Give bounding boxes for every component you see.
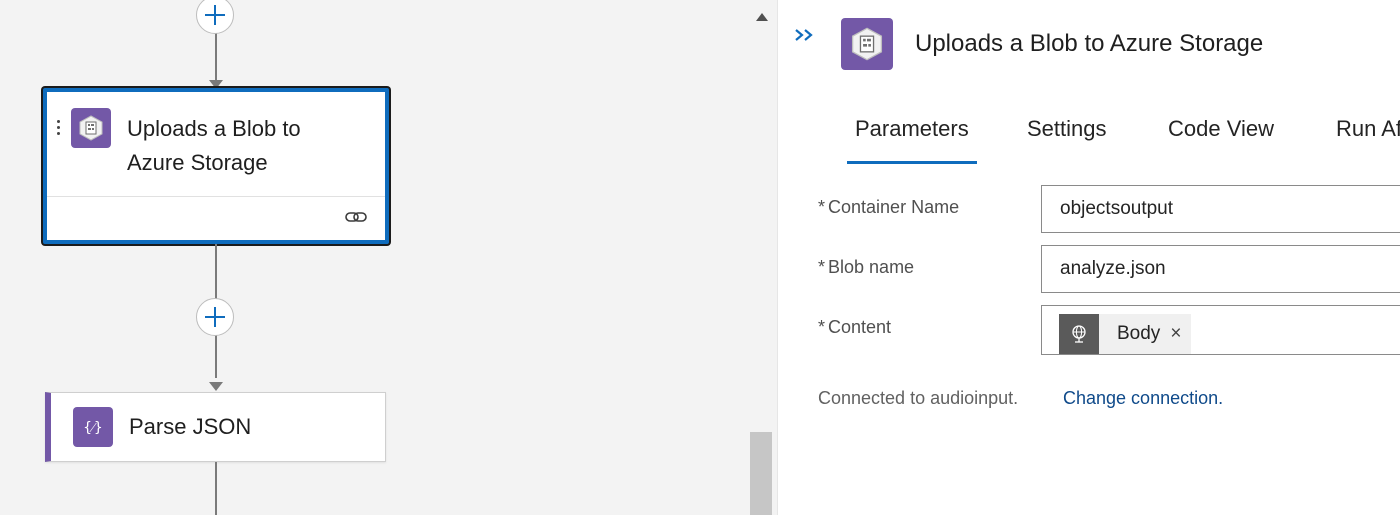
content-input[interactable]: Body × (1041, 305, 1400, 355)
canvas-scrollbar[interactable] (748, 0, 774, 515)
more-options-icon[interactable] (55, 120, 61, 140)
content-label: * Content (818, 317, 891, 338)
panel-tabs: Parameters Settings Code View Run After (833, 112, 1400, 164)
panel-title: Uploads a Blob to Azure Storage (915, 30, 1264, 57)
label-text: Content (828, 317, 892, 337)
storage-blob-icon (71, 108, 111, 148)
dynamic-content-token[interactable]: Body × (1059, 314, 1192, 354)
connection-status: Connected to audioinput. (818, 388, 1019, 408)
container-name-input[interactable]: objectsoutput (1041, 185, 1400, 233)
connector-line (215, 462, 217, 515)
change-connection-link[interactable]: Change connection. (1063, 388, 1223, 409)
connector-arrow (209, 382, 223, 391)
blob-name-input[interactable]: analyze.json (1041, 245, 1400, 293)
required-marker: * (818, 197, 826, 217)
globe-icon (1059, 314, 1099, 354)
action-card-parse-json[interactable]: {⁄} Parse JSON (45, 392, 386, 462)
scrollbar-thumb[interactable] (750, 432, 772, 515)
connector-line (215, 30, 217, 82)
storage-blob-icon (841, 18, 893, 70)
action-card-title: Uploads a Blob to Azure Storage (127, 112, 367, 180)
link-icon[interactable] (345, 209, 367, 225)
workflow-canvas: Uploads a Blob to Azure Storage {⁄} Pars… (0, 0, 777, 515)
scroll-up-arrow-icon[interactable] (756, 13, 768, 21)
tab-parameters[interactable]: Parameters (847, 112, 977, 164)
action-card-header: Uploads a Blob to Azure Storage (47, 92, 385, 197)
tab-code-view[interactable]: Code View (1160, 112, 1282, 164)
input-value: objectsoutput (1060, 198, 1174, 219)
action-card-upload-blob[interactable]: Uploads a Blob to Azure Storage (43, 88, 389, 244)
tab-settings[interactable]: Settings (1019, 112, 1115, 164)
blob-name-label: * Blob name (818, 257, 914, 278)
svg-text:{⁄}: {⁄} (83, 420, 102, 436)
add-step-button[interactable] (196, 298, 234, 336)
add-step-button[interactable] (196, 0, 234, 34)
token-label: Body (1117, 323, 1161, 344)
input-value: analyze.json (1060, 258, 1166, 279)
label-text: Blob name (828, 257, 915, 277)
container-name-label: * Container Name (818, 197, 959, 218)
action-card-title: Parse JSON (129, 414, 252, 439)
action-card-title-line2: Azure Storage (127, 150, 268, 175)
required-marker: * (818, 317, 826, 337)
required-marker: * (818, 257, 826, 277)
curly-braces-icon: {⁄} (73, 407, 113, 447)
remove-token-icon[interactable]: × (1166, 314, 1191, 354)
action-card-title-line1: Uploads a Blob to (127, 116, 301, 141)
label-text: Container Name (828, 197, 960, 217)
tab-run-after[interactable]: Run After (1328, 112, 1400, 164)
action-card-footer (47, 197, 385, 241)
double-chevron-right-icon[interactable] (793, 26, 817, 44)
action-details-panel: Uploads a Blob to Azure Storage Paramete… (777, 0, 1400, 515)
